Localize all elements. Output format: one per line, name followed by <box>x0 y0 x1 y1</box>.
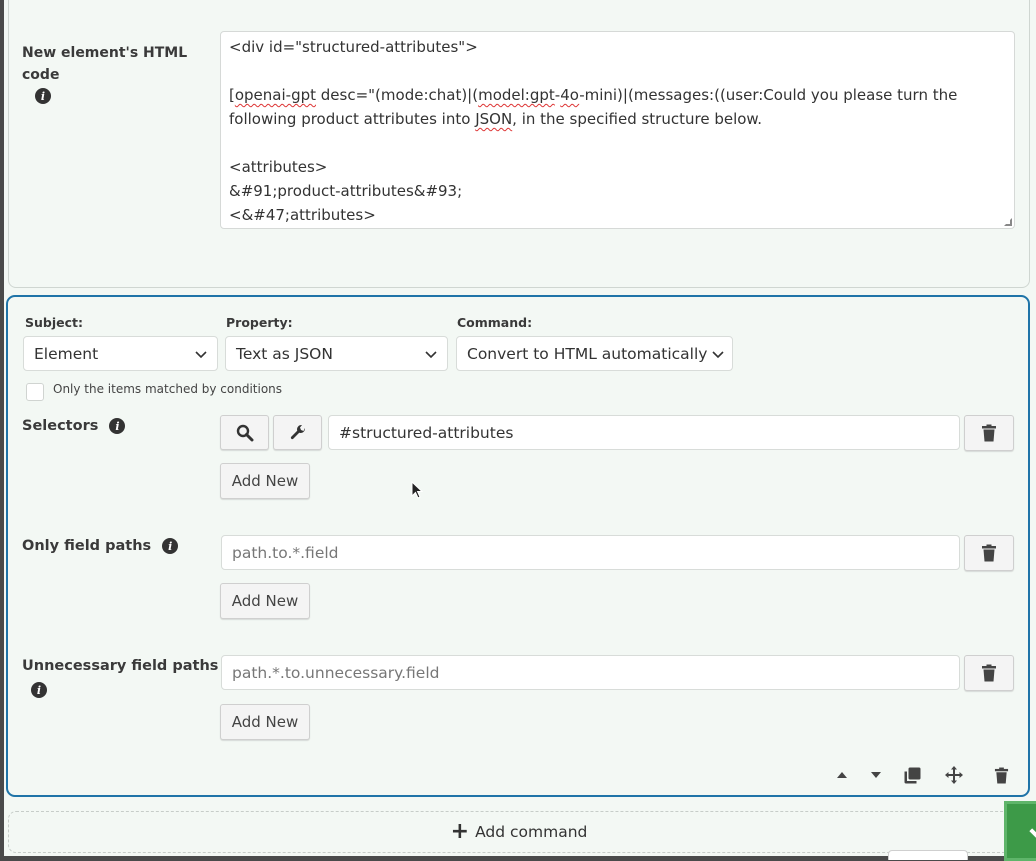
delete-selector-button[interactable] <box>964 415 1014 451</box>
add-unnecessary-field-path-button[interactable]: Add New <box>220 704 310 740</box>
code-line: <attributes> <box>229 158 328 176</box>
chevron-down-icon <box>712 350 724 358</box>
info-icon[interactable]: i <box>35 88 51 104</box>
command-select[interactable]: Convert to HTML automatically <box>456 336 733 371</box>
save-button[interactable] <box>1004 801 1036 861</box>
trash-icon <box>982 544 996 562</box>
caret-down-icon <box>871 772 881 778</box>
unnecessary-field-path-placeholder: path.*.to.unnecessary.field <box>232 663 440 682</box>
property-select-value: Text as JSON <box>236 344 333 363</box>
selector-input[interactable]: #structured-attributes <box>328 415 960 450</box>
code-token: -mini)|(messages:((user:Could you please… <box>579 86 958 104</box>
add-command-button[interactable]: + Add command <box>8 811 1030 853</box>
code-line: <&#47;attributes> <box>229 206 376 224</box>
checkmark-icon <box>1029 828 1036 840</box>
move-arrows-icon <box>945 766 963 784</box>
chevron-down-icon <box>425 350 437 358</box>
code-line: &#91;product-attributes&#93; <box>229 182 463 200</box>
search-selector-button[interactable] <box>220 415 269 450</box>
code-line: <div id="structured-attributes"> <box>229 38 478 56</box>
selectors-label: Selectors i <box>22 418 126 434</box>
info-icon[interactable]: i <box>31 682 47 698</box>
unnecessary-field-path-input[interactable]: path.*.to.unnecessary.field <box>221 655 960 690</box>
info-icon[interactable]: i <box>109 418 126 434</box>
only-field-paths-label: Only field paths i <box>22 538 179 554</box>
property-label: Property: <box>226 315 293 330</box>
add-selector-button[interactable]: Add New <box>220 463 310 499</box>
wrench-icon <box>290 424 305 439</box>
code-token: , in the specified structure below. <box>512 110 763 128</box>
bottom-button-stub[interactable] <box>888 850 968 860</box>
trash-icon <box>994 767 1008 783</box>
only-matched-checkbox-label: Only the items matched by conditions <box>53 382 283 396</box>
add-only-field-path-button[interactable]: Add New <box>220 583 310 619</box>
page: New element's HTML code i <div id="struc… <box>4 0 1036 861</box>
code-token: openai-gpt <box>234 86 316 104</box>
subject-select[interactable]: Element <box>23 336 218 371</box>
command-select-value: Convert to HTML automatically <box>467 344 708 363</box>
subject-select-value: Element <box>34 344 99 363</box>
code-token: 4o <box>560 86 580 104</box>
code-token: desc="(mode:chat)|( <box>316 86 479 104</box>
only-field-path-placeholder: path.to.*.field <box>232 543 339 562</box>
delete-command-button[interactable] <box>991 765 1011 785</box>
plus-icon: + <box>450 819 470 844</box>
copy-icon <box>904 767 920 783</box>
command-label: Command: <box>457 315 533 330</box>
duplicate-button[interactable] <box>902 765 922 785</box>
subject-label: Subject: <box>25 315 83 330</box>
html-code-label: New element's HTML code <box>22 45 188 83</box>
caret-up-icon <box>837 772 847 778</box>
mouse-cursor-icon <box>411 481 423 499</box>
html-code-label-group: New element's HTML code i <box>22 42 202 104</box>
html-code-textarea[interactable]: <div id="structured-attributes"> [openai… <box>220 31 1015 229</box>
property-select[interactable]: Text as JSON <box>225 336 448 371</box>
move-down-button[interactable] <box>866 765 886 785</box>
code-token: model:gpt <box>478 86 555 104</box>
chevron-down-icon <box>195 350 207 358</box>
code-token: following product attributes into <box>229 110 476 128</box>
delete-only-field-path-button[interactable] <box>964 535 1014 571</box>
delete-unnecessary-field-path-button[interactable] <box>964 655 1014 691</box>
drag-handle[interactable] <box>944 765 964 785</box>
unnecessary-field-paths-label: Unnecessary field paths <box>22 658 219 674</box>
resize-grip-icon[interactable] <box>1004 218 1012 226</box>
move-up-button[interactable] <box>832 765 852 785</box>
info-icon[interactable]: i <box>162 538 179 554</box>
only-field-paths-label-text: Only field paths <box>22 538 152 554</box>
trash-icon <box>982 424 996 442</box>
selector-input-value: #structured-attributes <box>339 423 514 442</box>
only-field-path-input[interactable]: path.to.*.field <box>221 535 960 570</box>
only-matched-checkbox[interactable] <box>26 383 44 401</box>
wrench-button[interactable] <box>273 415 322 450</box>
search-icon <box>236 424 253 441</box>
add-command-label: Add command <box>475 823 588 841</box>
code-token: JSON <box>475 110 513 128</box>
trash-icon <box>982 664 996 682</box>
selectors-label-text: Selectors <box>22 418 99 434</box>
